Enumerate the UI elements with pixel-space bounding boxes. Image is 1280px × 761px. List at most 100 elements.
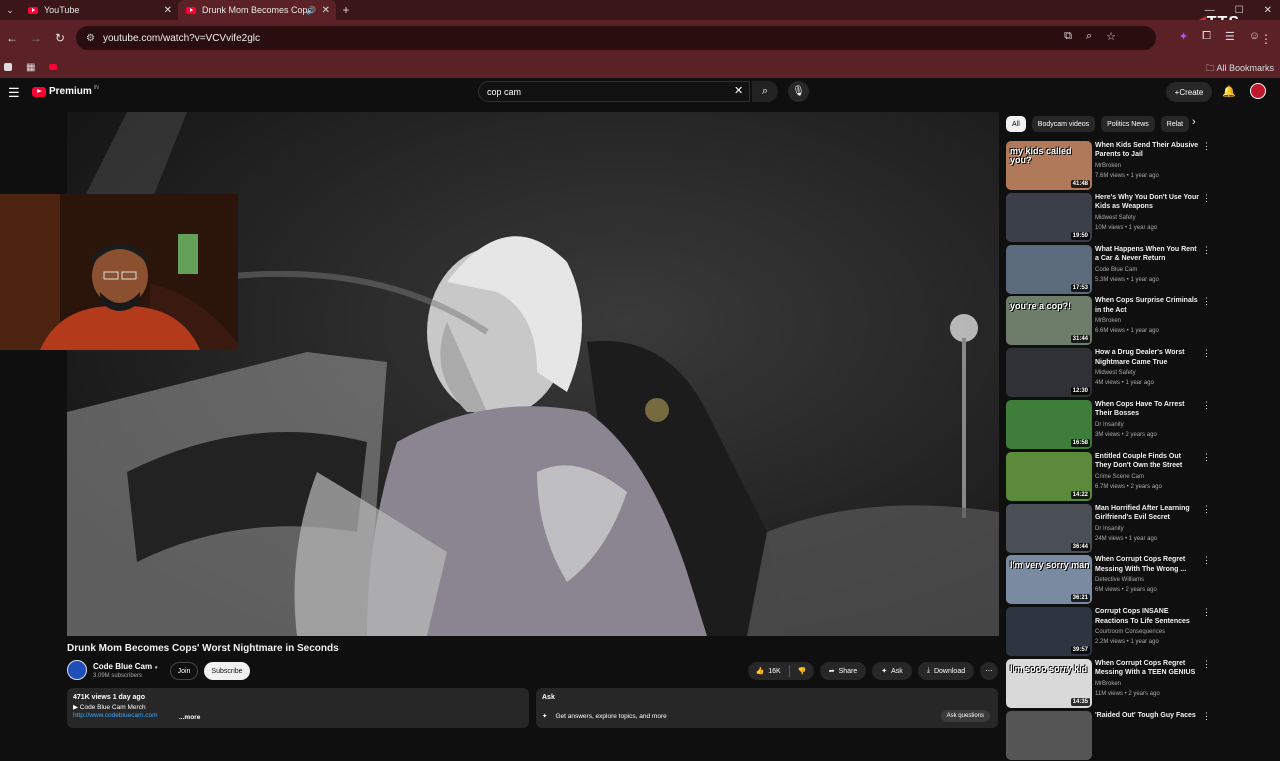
new-tab-button[interactable]: +: [336, 3, 356, 17]
recommendation-channel[interactable]: MrBroken: [1095, 318, 1121, 324]
close-window-icon[interactable]: ✕: [1264, 5, 1272, 16]
video-thumbnail[interactable]: you're a cop?! 31:44: [1006, 296, 1092, 346]
more-vert-icon[interactable]: ⋮: [1202, 348, 1211, 359]
tab-search-icon[interactable]: ⌄: [0, 0, 20, 20]
recommendation-title[interactable]: 'Raided Out' Tough Guy Faces: [1095, 711, 1199, 720]
chip-bodycam[interactable]: Bodycam videos: [1031, 116, 1096, 132]
chevron-right-icon[interactable]: ›: [1192, 116, 1196, 128]
ask-prompt-row[interactable]: ✦ Get answers, explore topics, and more: [542, 712, 667, 721]
create-button[interactable]: + Create: [1166, 82, 1212, 102]
recommendation-title[interactable]: When Kids Send Their Abusive Parents to …: [1095, 141, 1199, 160]
profile-icon[interactable]: ☺: [1249, 30, 1260, 43]
video-thumbnail[interactable]: 12:30: [1006, 348, 1092, 398]
apps-grid-icon[interactable]: ▦: [26, 62, 35, 73]
recommendation-item[interactable]: 16:58 When Cops Have To Arrest Their Bos…: [1006, 400, 1246, 450]
more-vert-icon[interactable]: ⋮: [1202, 141, 1211, 152]
reload-icon[interactable]: ↻: [48, 31, 72, 45]
menu-icon[interactable]: ☰: [8, 85, 20, 101]
recommendation-title[interactable]: What Happens When You Rent a Car & Never…: [1095, 245, 1199, 264]
more-vert-icon[interactable]: ⋮: [1202, 607, 1211, 618]
url-input[interactable]: ⚙ youtube.com/watch?v=VCVvife2glc ⧉ ⌕ ☆: [76, 26, 1156, 50]
video-thumbnail[interactable]: 14:22: [1006, 451, 1092, 501]
ask-questions-button[interactable]: Ask questions: [940, 710, 990, 722]
more-vert-icon[interactable]: ⋮: [1202, 711, 1211, 722]
recommendation-channel[interactable]: Detective Williams: [1095, 577, 1144, 583]
tab-active-video[interactable]: Drunk Mom Becomes Cops 🔊 ✕: [178, 0, 336, 20]
chip-related[interactable]: Relat: [1160, 116, 1190, 132]
video-thumbnail[interactable]: 19:50: [1006, 192, 1092, 242]
thumbs-down-icon[interactable]: 👎: [798, 667, 807, 675]
more-vert-icon[interactable]: ⋮: [1202, 193, 1211, 204]
notifications-icon[interactable]: 🔔: [1222, 85, 1236, 98]
more-vert-icon[interactable]: ⋮: [1202, 504, 1211, 515]
bookmark-square-icon[interactable]: [4, 63, 12, 71]
join-button[interactable]: Join: [170, 662, 198, 680]
video-thumbnail[interactable]: my kids called you? 41:48: [1006, 141, 1092, 190]
recommendation-channel[interactable]: Dr Insanity: [1095, 526, 1124, 532]
recommendation-title[interactable]: When Corrupt Cops Regret Messing With a …: [1095, 659, 1199, 678]
recommendation-item[interactable]: I'm sooo sorry kid 14:35 When Corrupt Co…: [1006, 659, 1246, 709]
recommendation-title[interactable]: How a Drug Dealer's Worst Nightmare Came…: [1095, 348, 1199, 367]
recommendation-title[interactable]: When Cops Have To Arrest Their Bosses: [1095, 400, 1199, 419]
account-avatar[interactable]: [1250, 83, 1266, 99]
recommendation-item[interactable]: 17:53 What Happens When You Rent a Car &…: [1006, 244, 1246, 295]
browser-menu-icon[interactable]: ⋮: [1260, 32, 1272, 46]
more-vert-icon[interactable]: ⋮: [1202, 452, 1211, 463]
speaker-icon[interactable]: 🔊: [306, 6, 316, 15]
close-tab-icon[interactable]: ✕: [164, 5, 172, 16]
recommendation-channel[interactable]: Midwest Safety: [1095, 370, 1136, 376]
recommendation-channel[interactable]: MrBroken: [1095, 681, 1121, 687]
recommendation-title[interactable]: Here's Why You Don't Use Your Kids as We…: [1095, 193, 1199, 212]
recommendation-channel[interactable]: MrBroken: [1095, 163, 1121, 169]
forward-icon[interactable]: →: [24, 31, 48, 45]
more-vert-icon[interactable]: ⋮: [1202, 400, 1211, 411]
extension-icon[interactable]: ✦: [1179, 30, 1188, 43]
recommendation-item[interactable]: 19:50 Here's Why You Don't Use Your Kids…: [1006, 192, 1246, 243]
recommendation-channel[interactable]: Dr Insanity: [1095, 422, 1124, 428]
recommendation-channel[interactable]: Courtroom Consequences: [1095, 629, 1165, 635]
recommendation-title[interactable]: Corrupt Cops INSANE Reactions To Life Se…: [1095, 607, 1199, 626]
search-input[interactable]: cop cam: [478, 81, 750, 102]
description-box[interactable]: 471K views 1 day ago ▶ Code Blue Cam Mer…: [67, 688, 529, 728]
ask-button[interactable]: ✦ Ask: [872, 662, 912, 680]
puzzle-icon[interactable]: ⧠: [1202, 30, 1211, 43]
description-link[interactable]: http://www.codebluecam.com: [73, 712, 523, 719]
video-thumbnail[interactable]: 17:53: [1006, 244, 1092, 294]
recommendation-channel[interactable]: Crime Scene Cam: [1095, 474, 1144, 480]
recommendation-item[interactable]: you're a cop?! 31:44 When Cops Surprise …: [1006, 296, 1246, 346]
tab-youtube[interactable]: YouTube ✕: [20, 0, 178, 20]
reading-list-icon[interactable]: ☰: [1225, 30, 1235, 43]
site-info-icon[interactable]: ⚙: [86, 33, 95, 44]
chip-politics[interactable]: Politics News: [1101, 116, 1155, 132]
video-thumbnail[interactable]: [1006, 710, 1092, 760]
zoom-icon[interactable]: ⌕: [1086, 30, 1092, 43]
subscribe-button[interactable]: Subscribe: [204, 662, 250, 680]
video-thumbnail[interactable]: 16:58: [1006, 400, 1092, 449]
recommendation-item[interactable]: I'm very sorry man 36:21 When Corrupt Co…: [1006, 555, 1246, 605]
bookmark-youtube-icon[interactable]: [49, 64, 58, 70]
more-actions-button[interactable]: ⋯: [980, 662, 998, 680]
youtube-logo[interactable]: Premium IN: [32, 85, 99, 97]
close-tab-icon[interactable]: ✕: [322, 5, 330, 16]
all-bookmarks[interactable]: 🗀 All Bookmarks: [1205, 61, 1274, 77]
recommendation-title[interactable]: Man Horrified After Learning Girlfriend'…: [1095, 504, 1199, 523]
recommendation-item[interactable]: 12:30 How a Drug Dealer's Worst Nightmar…: [1006, 348, 1246, 398]
bookmark-star-icon[interactable]: ☆: [1106, 30, 1116, 43]
like-dislike-button[interactable]: 👍 16K 👎: [748, 662, 814, 680]
recommendation-item[interactable]: 14:22 Entitled Couple Finds Out They Don…: [1006, 451, 1246, 502]
voice-search-button[interactable]: 🎙: [788, 81, 809, 102]
video-thumbnail[interactable]: I'm sooo sorry kid 14:35: [1006, 659, 1092, 708]
more-vert-icon[interactable]: ⋮: [1202, 245, 1211, 256]
video-thumbnail[interactable]: 39:57: [1006, 607, 1092, 657]
share-button[interactable]: ➦ Share: [820, 662, 866, 680]
search-button[interactable]: ⌕: [752, 81, 778, 102]
channel-name[interactable]: Code Blue Cam ●: [93, 662, 158, 671]
video-player[interactable]: [67, 112, 999, 636]
back-icon[interactable]: ←: [0, 31, 24, 45]
recommendation-channel[interactable]: Midwest Safety: [1095, 215, 1136, 221]
recommendation-item[interactable]: 39:57 Corrupt Cops INSANE Reactions To L…: [1006, 607, 1246, 657]
recommendation-title[interactable]: Entitled Couple Finds Out They Don't Own…: [1095, 452, 1199, 471]
video-thumbnail[interactable]: 36:44: [1006, 503, 1092, 553]
video-thumbnail[interactable]: I'm very sorry man 36:21: [1006, 555, 1092, 605]
recommendation-item[interactable]: my kids called you? 41:48 When Kids Send…: [1006, 141, 1246, 191]
